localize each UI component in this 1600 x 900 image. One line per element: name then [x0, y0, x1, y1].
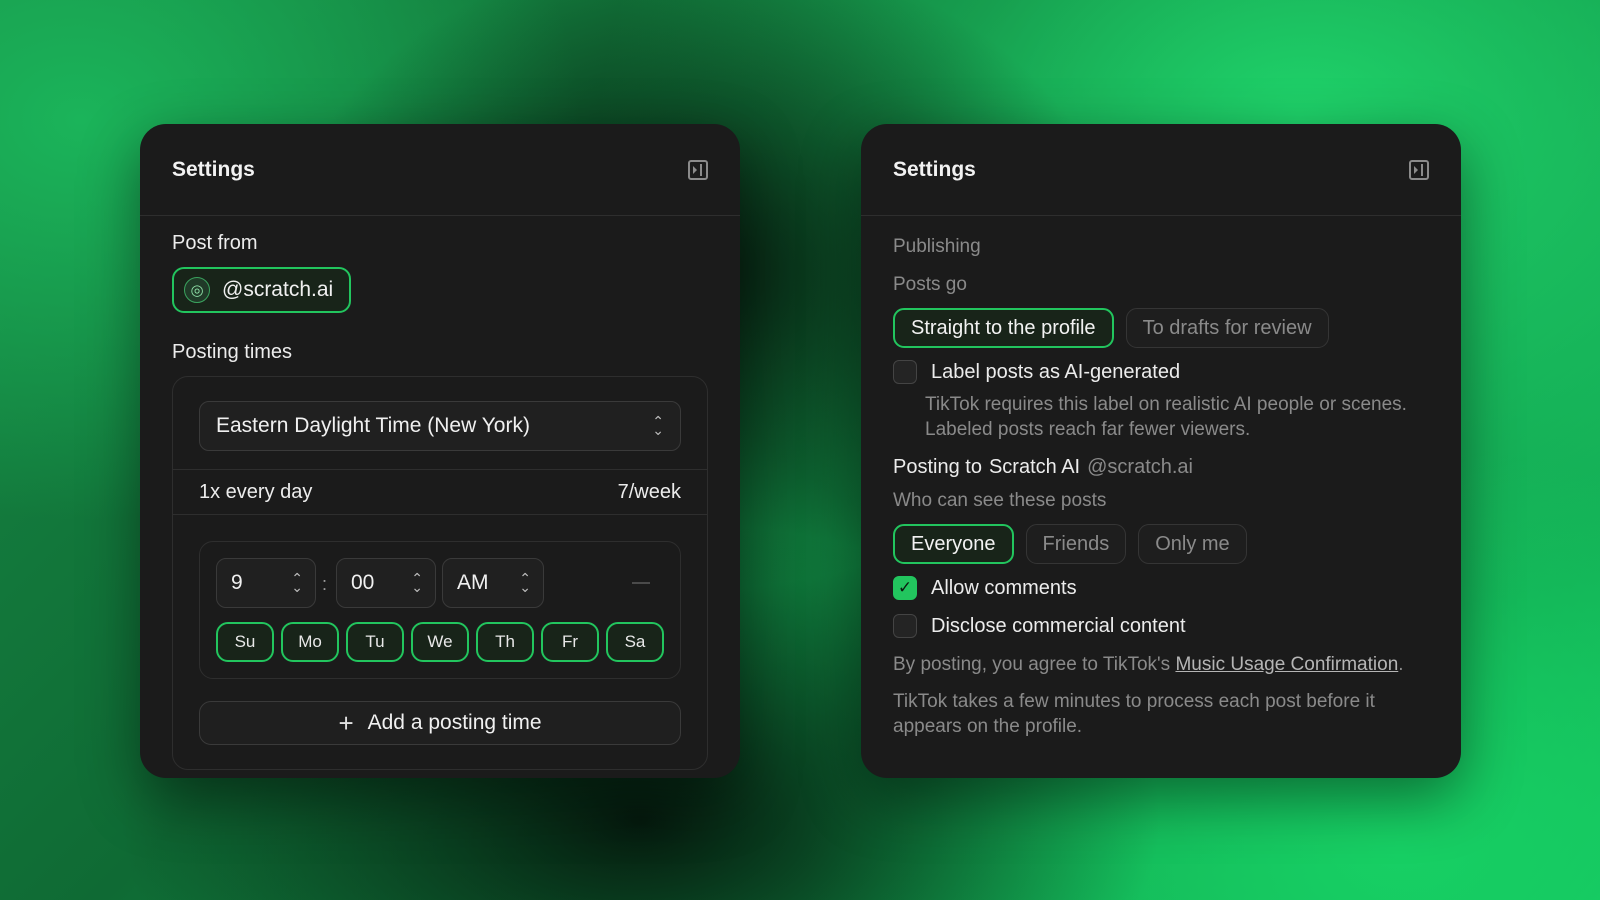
posting-slot: 9 ⌃ ⌄ : 00 ⌃ ⌄ AM ⌃ ⌄ Su Mo Tu We Th Fr … [199, 541, 681, 679]
minute-stepper[interactable]: 00 ⌃ ⌄ [336, 558, 436, 608]
posting-to-line: Posting to Scratch AI @scratch.ai [893, 452, 1429, 482]
frequency-text: 1x every day [199, 480, 313, 503]
chevron-up-down-icon: ⌃ ⌄ [519, 570, 531, 595]
sidebar-collapse-icon[interactable] [1409, 159, 1429, 180]
panel-header: Settings [140, 124, 740, 216]
ampm-value: AM [457, 571, 489, 594]
day-chip-fr[interactable]: Fr [541, 622, 599, 662]
agreement-suffix: . [1398, 654, 1404, 675]
timezone-select[interactable]: Eastern Daylight Time (New York) ⌃ ⌄ [199, 401, 681, 451]
account-chip[interactable]: ◎ @scratch.ai [172, 267, 352, 313]
agreement-prefix: By posting, you agree to TikTok's [893, 654, 1176, 675]
visibility-label: Who can see these posts [893, 490, 1107, 511]
plus-icon: + [338, 708, 354, 738]
option-only-me[interactable]: Only me [1138, 524, 1247, 564]
music-usage-link[interactable]: Music Usage Confirmation [1175, 654, 1398, 675]
ai-label-helper: TikTok requires this label on realistic … [925, 394, 1407, 440]
settings-panel-left: Settings Post from ◎ @scratch.ai Posting… [140, 124, 740, 778]
posting-to-prefix: Posting to [893, 455, 982, 478]
timezone-value: Eastern Daylight Time (New York) [216, 414, 530, 437]
day-chip-su[interactable]: Su [216, 622, 274, 662]
ai-label-checkbox[interactable] [893, 360, 917, 384]
post-from-label: Post from [172, 232, 258, 254]
option-everyone[interactable]: Everyone [893, 524, 1014, 564]
posts-go-segmented: Straight to the profile To drafts for re… [893, 308, 1429, 348]
panel-header: Settings [861, 124, 1461, 216]
disclose-checkbox[interactable] [893, 614, 917, 638]
option-straight-to-profile[interactable]: Straight to the profile [893, 308, 1114, 348]
publishing-heading: Publishing [893, 236, 981, 257]
allow-comments-text: Allow comments [931, 576, 1077, 599]
option-drafts-for-review[interactable]: To drafts for review [1125, 308, 1329, 348]
day-chip-we[interactable]: We [411, 622, 469, 662]
remove-slot-button[interactable] [632, 582, 650, 584]
hour-value: 9 [231, 571, 243, 594]
panel-title: Settings [893, 157, 976, 181]
account-handle: @scratch.ai [222, 278, 334, 301]
disclose-row[interactable]: Disclose commercial content [893, 612, 1429, 640]
option-friends[interactable]: Friends [1025, 524, 1127, 564]
day-chips: Su Mo Tu We Th Fr Sa [216, 622, 664, 662]
day-chip-sa[interactable]: Sa [606, 622, 664, 662]
chevron-up-down-icon: ⌃ ⌄ [652, 413, 664, 438]
agreement-text: By posting, you agree to TikTok's Music … [893, 652, 1433, 677]
settings-panel-right: Settings Publishing Posts go Straight to… [861, 124, 1461, 778]
posting-to-handle: @scratch.ai [1087, 455, 1193, 478]
chevron-up-down-icon: ⌃ ⌄ [291, 570, 303, 595]
sidebar-collapse-icon[interactable] [688, 159, 708, 180]
panel-title: Settings [172, 157, 255, 181]
day-chip-tu[interactable]: Tu [346, 622, 404, 662]
ai-label-text: Label posts as AI-generated [931, 360, 1181, 383]
posts-go-label: Posts go [893, 274, 967, 295]
globe-icon: ◎ [184, 277, 210, 303]
allow-comments-row[interactable]: ✓ Allow comments [893, 574, 1429, 602]
visibility-segmented: Everyone Friends Only me [893, 524, 1429, 564]
ai-label-row[interactable]: Label posts as AI-generated [893, 358, 1429, 386]
ampm-stepper[interactable]: AM ⌃ ⌄ [442, 558, 544, 608]
posting-times-label: Posting times [172, 341, 293, 363]
day-chip-th[interactable]: Th [476, 622, 534, 662]
disclose-text: Disclose commercial content [931, 614, 1186, 637]
chevron-up-down-icon: ⌃ ⌄ [411, 570, 423, 595]
posting-times-box: Eastern Daylight Time (New York) ⌃ ⌄ 1x e… [172, 376, 708, 770]
time-separator: : [322, 574, 328, 594]
add-posting-time-button[interactable]: + Add a posting time [199, 701, 681, 745]
per-week-count: 7/week [617, 480, 681, 503]
day-chip-mo[interactable]: Mo [281, 622, 339, 662]
hour-stepper[interactable]: 9 ⌃ ⌄ [216, 558, 316, 608]
frequency-row: 1x every day 7/week [173, 469, 707, 515]
posting-to-name: Scratch AI [988, 455, 1081, 478]
add-posting-time-label: Add a posting time [367, 711, 542, 734]
allow-comments-checkbox[interactable]: ✓ [893, 576, 917, 600]
processing-note: TikTok takes a few minutes to process ea… [893, 691, 1375, 737]
minute-value: 00 [351, 571, 375, 594]
